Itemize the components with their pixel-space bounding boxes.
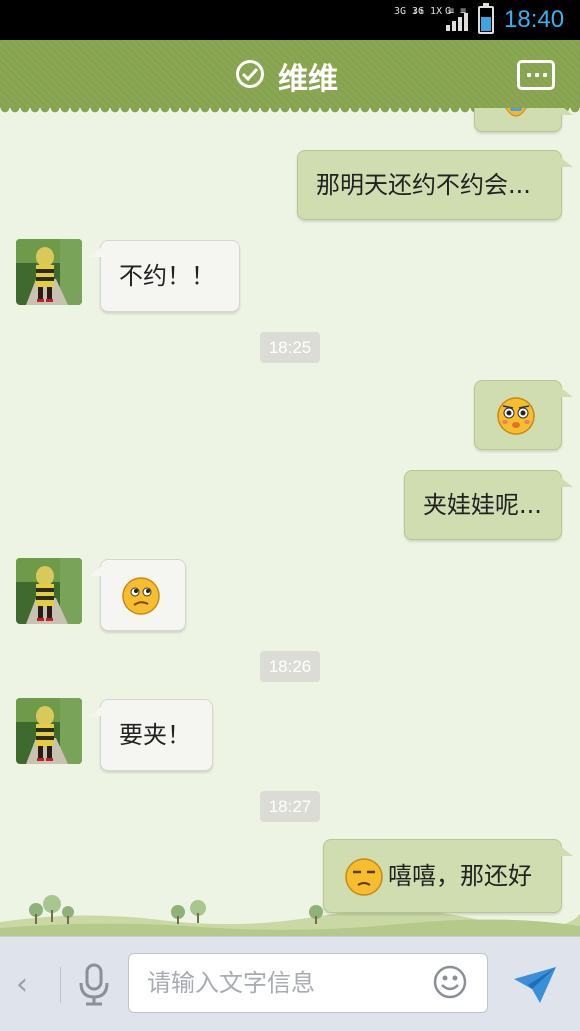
message-input-field[interactable]: [128, 953, 488, 1013]
message-text: 夹娃娃呢...: [423, 491, 542, 519]
input-bar: ‹: [0, 936, 580, 1031]
avatar[interactable]: [16, 698, 82, 764]
message-bubble-outgoing[interactable]: 嘻嘻，那还好: [323, 839, 573, 913]
check-circle-icon: [236, 60, 264, 88]
message-text: 要夹！: [119, 721, 191, 749]
smug-face-emoji: [345, 858, 383, 896]
timestamp: 18:25: [260, 332, 320, 363]
signal-icon: [446, 11, 468, 31]
message-bubble-outgoing[interactable]: [474, 380, 573, 450]
message-bubble-outgoing[interactable]: 那明天还约不约会...: [297, 150, 573, 220]
chat-menu-icon[interactable]: [517, 60, 555, 90]
send-icon[interactable]: [512, 963, 558, 1007]
message-bubble-outgoing[interactable]: 夹娃娃呢...: [404, 470, 573, 540]
message-text: 不约！！: [119, 262, 215, 290]
message-input[interactable]: [147, 954, 427, 1012]
message-list[interactable]: 那明天还约不约会... 不约！！ 18:25 夹娃娃呢... 18:26 要夹！…: [0, 108, 580, 936]
microphone-icon[interactable]: [76, 963, 112, 1007]
message-bubble-outgoing[interactable]: [474, 108, 573, 132]
divider: [60, 967, 61, 1003]
timestamp: 18:27: [260, 791, 320, 822]
message-bubble-incoming[interactable]: 不约！！: [89, 240, 240, 312]
avatar[interactable]: [16, 558, 82, 624]
emoji-icon[interactable]: [433, 965, 467, 999]
status-bar: 3G ↓↑ 3G 1X ≡ ≡ G 18:40: [0, 0, 580, 40]
timestamp: 18:26: [260, 651, 320, 682]
contact-name[interactable]: 维维: [278, 54, 338, 98]
message-text: 嘻嘻，那还好: [388, 862, 532, 890]
chat-header: 维维: [0, 40, 580, 114]
pleading-face-emoji: [497, 397, 535, 435]
message-bubble-incoming[interactable]: 要夹！: [89, 699, 213, 771]
message-bubble-incoming[interactable]: [89, 559, 186, 631]
message-text: 那明天还约不约会...: [316, 171, 531, 199]
clock: 18:40: [504, 6, 565, 33]
battery-icon: [478, 3, 494, 34]
confused-face-emoji: [122, 577, 160, 615]
avatar[interactable]: [16, 239, 82, 305]
chevron-left-icon[interactable]: ‹: [16, 967, 44, 1003]
cut-off-emoji: [505, 108, 527, 117]
